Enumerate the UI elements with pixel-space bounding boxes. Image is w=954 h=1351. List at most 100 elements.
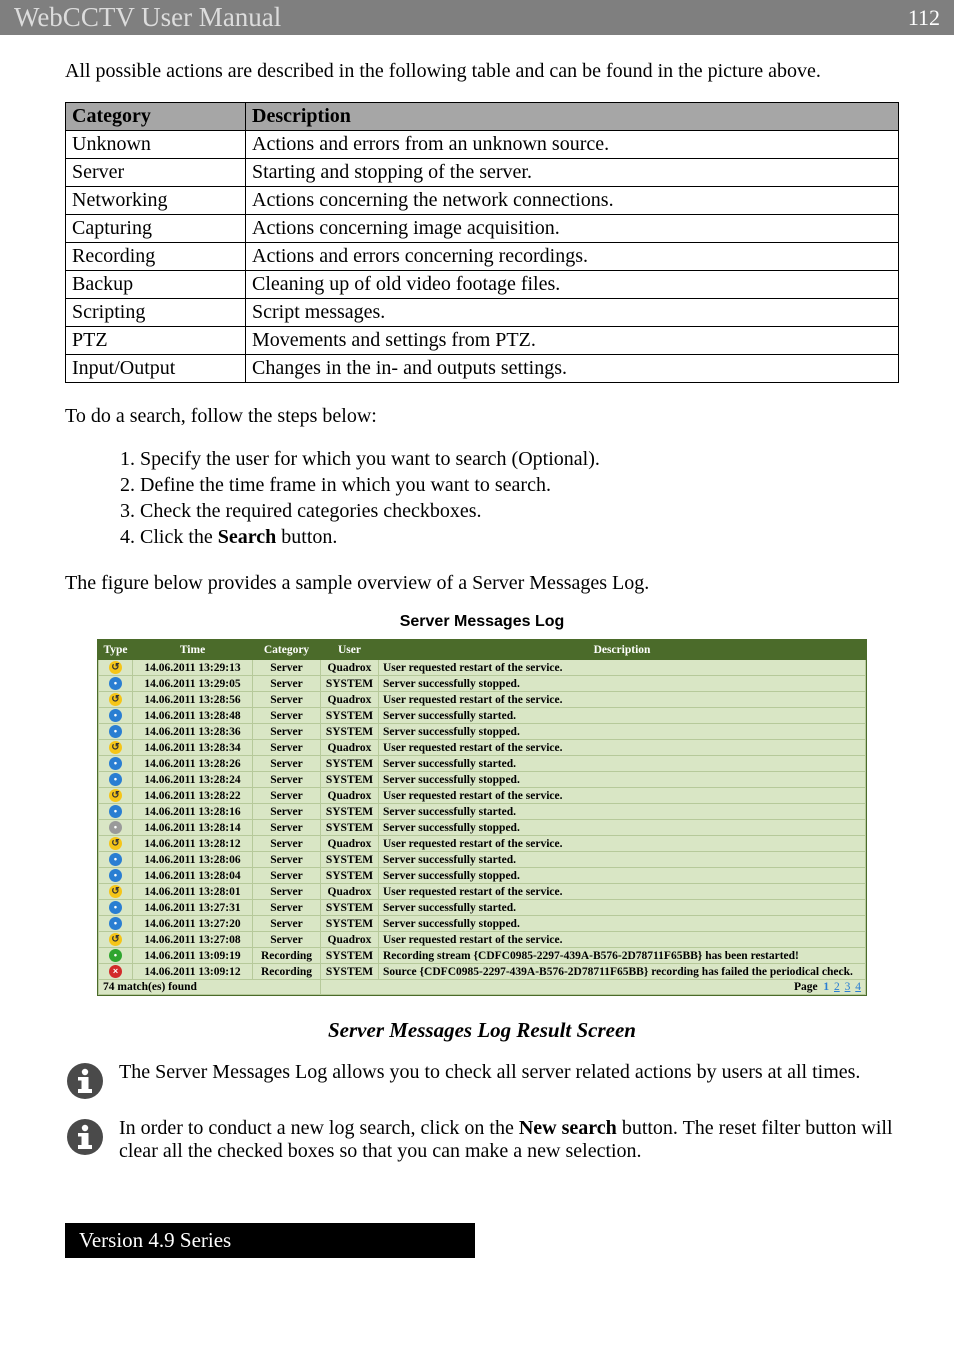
cell-category: Backup [66, 271, 246, 299]
page-current[interactable]: 1 [823, 981, 829, 993]
cell-category: Recording [66, 243, 246, 271]
info-icon [65, 1117, 105, 1157]
log-row: 14.06.2011 13:28:56ServerQuadroxUser req… [99, 692, 866, 708]
cell-category: Networking [66, 187, 246, 215]
info-text: In order to conduct a new log search, cl… [119, 1117, 899, 1163]
cell-description: Actions and errors concerning recordings… [246, 243, 899, 271]
cell-time: 14.06.2011 13:28:12 [133, 836, 253, 852]
pagination: Page 1 2 3 4 [321, 980, 866, 995]
step-item: Click the Search button. [140, 524, 899, 550]
intro-text: All possible actions are described in th… [65, 59, 899, 84]
cell-time: 14.06.2011 13:29:05 [133, 676, 253, 692]
cell-time: 14.06.2011 13:09:12 [133, 964, 253, 980]
cell-category: Input/Output [66, 355, 246, 383]
cell-time: 14.06.2011 13:28:22 [133, 788, 253, 804]
cell-time: 14.06.2011 13:28:16 [133, 804, 253, 820]
cell-type [99, 660, 133, 676]
cell-description: User requested restart of the service. [379, 788, 866, 804]
cell-category: Server [253, 660, 321, 676]
page-link[interactable]: 4 [855, 981, 861, 993]
th-user[interactable]: User [321, 641, 379, 660]
header-title: WebCCTV User Manual [14, 2, 281, 33]
blue-icon [109, 869, 122, 882]
cell-type [99, 836, 133, 852]
th-description[interactable]: Description [379, 641, 866, 660]
log-row: 14.06.2011 13:28:06ServerSYSTEMServer su… [99, 852, 866, 868]
cell-category: Server [253, 692, 321, 708]
cell-category: Server [253, 868, 321, 884]
log-row: 14.06.2011 13:28:12ServerQuadroxUser req… [99, 836, 866, 852]
cell-time: 14.06.2011 13:28:14 [133, 820, 253, 836]
blue-icon [109, 725, 122, 738]
cell-type [99, 756, 133, 772]
cell-description: Server successfully started. [379, 852, 866, 868]
table-row: CapturingActions concerning image acquis… [66, 215, 899, 243]
table-row: RecordingActions and errors concerning r… [66, 243, 899, 271]
cell-type [99, 884, 133, 900]
cell-time: 14.06.2011 13:28:01 [133, 884, 253, 900]
cell-description: Server successfully started. [379, 804, 866, 820]
cell-category: Server [253, 708, 321, 724]
log-row: 14.06.2011 13:28:26ServerSYSTEMServer su… [99, 756, 866, 772]
cell-description: Actions concerning image acquisition. [246, 215, 899, 243]
cell-time: 14.06.2011 13:28:26 [133, 756, 253, 772]
cell-description: Cleaning up of old video footage files. [246, 271, 899, 299]
cell-category: Server [253, 804, 321, 820]
cell-time: 14.06.2011 13:28:34 [133, 740, 253, 756]
figure-intro: The figure below provides a sample overv… [65, 572, 899, 595]
wrench-icon [109, 837, 122, 850]
cell-time: 14.06.2011 13:28:36 [133, 724, 253, 740]
cell-description: Movements and settings from PTZ. [246, 327, 899, 355]
cell-user: Quadrox [321, 788, 379, 804]
cell-time: 14.06.2011 13:28:04 [133, 868, 253, 884]
cell-time: 14.06.2011 13:28:06 [133, 852, 253, 868]
cell-time: 14.06.2011 13:27:20 [133, 916, 253, 932]
log-row: 14.06.2011 13:29:13ServerQuadroxUser req… [99, 660, 866, 676]
cell-description: Server successfully started. [379, 756, 866, 772]
blue-icon [109, 805, 122, 818]
th-time[interactable]: Time [133, 641, 253, 660]
cell-time: 14.06.2011 13:27:08 [133, 932, 253, 948]
cell-description: User requested restart of the service. [379, 740, 866, 756]
cell-description: User requested restart of the service. [379, 836, 866, 852]
page-link[interactable]: 3 [845, 981, 851, 993]
cell-category: Server [253, 836, 321, 852]
log-row: 14.06.2011 13:27:08ServerQuadroxUser req… [99, 932, 866, 948]
cell-type [99, 724, 133, 740]
page-link[interactable]: 2 [834, 981, 840, 993]
cell-type [99, 900, 133, 916]
log-row: 14.06.2011 13:27:31ServerSYSTEMServer su… [99, 900, 866, 916]
cell-category: Server [253, 772, 321, 788]
cell-category: Server [253, 900, 321, 916]
cell-description: User requested restart of the service. [379, 932, 866, 948]
cell-description: Actions and errors from an unknown sourc… [246, 131, 899, 159]
th-type[interactable]: Type [99, 641, 133, 660]
table-row: ServerStarting and stopping of the serve… [66, 159, 899, 187]
wrench-icon [109, 661, 122, 674]
th-category[interactable]: Category [253, 641, 321, 660]
cell-description: Server successfully stopped. [379, 772, 866, 788]
info-note-1: The Server Messages Log allows you to ch… [65, 1061, 899, 1101]
cell-description: User requested restart of the service. [379, 692, 866, 708]
gray-icon [109, 821, 122, 834]
cell-description: Changes in the in- and outputs settings. [246, 355, 899, 383]
header-bar: WebCCTV User Manual 112 [0, 0, 954, 35]
cell-category: Server [253, 852, 321, 868]
cell-description: User requested restart of the service. [379, 884, 866, 900]
cell-category: Server [253, 916, 321, 932]
cell-user: SYSTEM [321, 852, 379, 868]
cell-description: Server successfully stopped. [379, 916, 866, 932]
wrench-icon [109, 885, 122, 898]
table-row: NetworkingActions concerning the network… [66, 187, 899, 215]
info-icon [65, 1061, 105, 1101]
cell-user: SYSTEM [321, 868, 379, 884]
cell-category: Server [253, 932, 321, 948]
cell-description: Server successfully stopped. [379, 724, 866, 740]
blue-icon [109, 901, 122, 914]
cell-type [99, 804, 133, 820]
cell-category: PTZ [66, 327, 246, 355]
cell-type [99, 852, 133, 868]
log-footer-row: 74 match(es) found Page 1 2 3 4 [99, 980, 866, 995]
cell-category: Server [253, 788, 321, 804]
step-item: Define the time frame in which you want … [140, 472, 899, 498]
